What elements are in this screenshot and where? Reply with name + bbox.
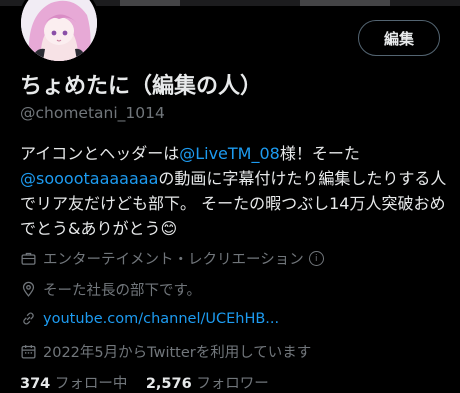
display-name: ちょめたに（編集の人） [20, 74, 263, 99]
followers-label: フォロワー [196, 376, 269, 392]
profile-category: エンターテイメント・レクリエーション i [20, 248, 324, 269]
bio-text-1: アイコンとヘッダーは [20, 144, 180, 163]
followers-count: 2,576 [145, 376, 192, 392]
location-pin-icon [22, 281, 35, 297]
bio-text-2: 様！そーた [279, 144, 360, 163]
info-icon[interactable]: i [308, 251, 324, 266]
profile-location: そーた社長の部下です。 [20, 279, 201, 300]
followers-link[interactable]: 2,576 フォロワー [146, 376, 269, 392]
briefcase-icon [21, 252, 36, 265]
category-label: エンターテイメント・レクリエーション [43, 252, 304, 268]
bio-mention-livetm[interactable]: @LiveTM_08 [179, 144, 280, 163]
user-handle: @chometani_1014 [20, 104, 165, 122]
smile-emoji: 😊 [160, 219, 178, 238]
profile-bio: アイコンとヘッダーは@LiveTM_08様！そーた @sooootaaaaaaaの… [20, 141, 450, 241]
link-icon [23, 312, 34, 325]
edit-profile-button[interactable]: 編集 [358, 20, 440, 56]
avatar-illustration [21, 0, 97, 61]
follow-counts: 374 フォロー中 2,576 フォロワー [20, 372, 269, 393]
following-link[interactable]: 374 フォロー中 [20, 376, 127, 392]
joined-label: 2022年5月からTwitterを利用しています [43, 345, 312, 361]
website-link[interactable]: youtube.com/channel/UCEhHB... [43, 311, 279, 327]
profile-joined: 2022年5月からTwitterを利用しています [20, 341, 311, 362]
following-count: 374 [20, 376, 51, 392]
profile-avatar[interactable] [18, 0, 100, 64]
following-label: フォロー中 [54, 376, 128, 392]
profile-website: youtube.com/channel/UCEhHB... [20, 310, 279, 327]
calendar-icon [21, 345, 36, 359]
bio-mention-soota[interactable]: @sooootaaaaaaa [20, 169, 158, 188]
location-label: そーた社長の部下です。 [43, 283, 202, 299]
